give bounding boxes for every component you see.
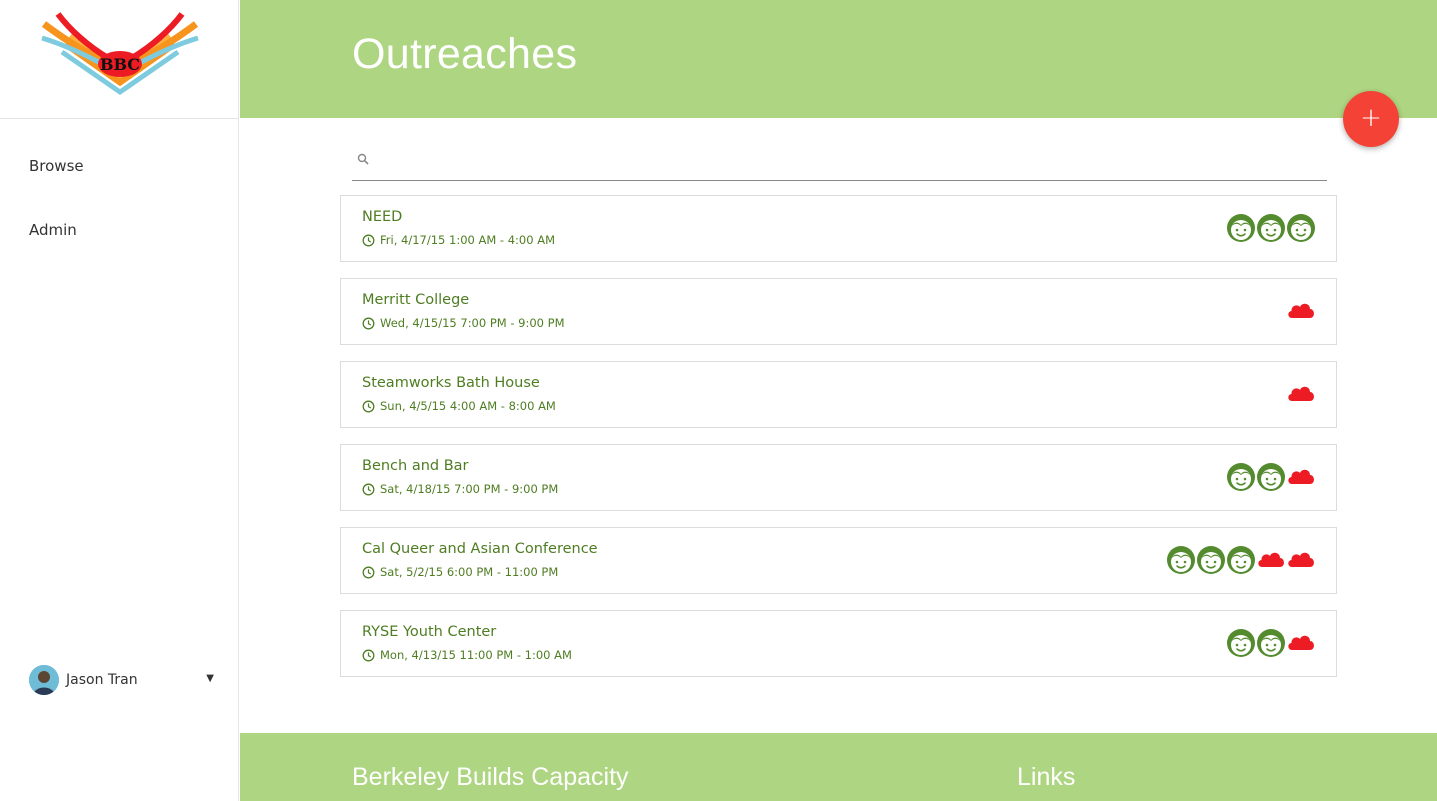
outreach-name: Cal Queer and Asian Conference (362, 541, 598, 557)
status-icons (1226, 461, 1316, 493)
outreach-name: NEED (362, 209, 403, 225)
add-outreach-button[interactable]: + (1343, 91, 1399, 147)
volunteer-face-icon (1226, 545, 1256, 575)
cloud-icon (1286, 462, 1316, 492)
clock-icon (362, 317, 375, 329)
search-bar (352, 140, 1327, 181)
clock-icon (362, 483, 375, 495)
outreach-card[interactable]: Steamworks Bath House Sun, 4/5/15 4:00 A… (340, 361, 1337, 428)
outreach-name: Steamworks Bath House (362, 375, 540, 391)
volunteer-face-icon (1226, 462, 1256, 492)
status-icons (1286, 295, 1316, 327)
avatar (29, 665, 59, 695)
cloud-icon (1256, 545, 1286, 575)
outreach-time-text: Fri, 4/17/15 1:00 AM - 4:00 AM (380, 233, 555, 247)
bbc-logo[interactable]: BBC (40, 10, 200, 98)
user-name: Jason Tran (66, 672, 138, 688)
clock-icon (362, 566, 375, 578)
outreach-time-text: Wed, 4/15/15 7:00 PM - 9:00 PM (380, 316, 565, 330)
clock-icon (362, 400, 375, 412)
volunteer-face-icon (1256, 213, 1286, 243)
outreach-time-text: Sat, 5/2/15 6:00 PM - 11:00 PM (380, 565, 559, 579)
cloud-icon (1286, 379, 1316, 409)
outreach-name: Bench and Bar (362, 458, 469, 474)
search-icon (357, 150, 369, 169)
user-menu[interactable]: Jason Tran ▼ (29, 664, 214, 696)
logo-text: BBC (100, 55, 140, 74)
outreach-name: RYSE Youth Center (362, 624, 497, 640)
clock-icon (362, 649, 375, 661)
volunteer-face-icon (1256, 628, 1286, 658)
sidebar-item-admin[interactable]: Admin (29, 221, 77, 239)
status-icons (1286, 378, 1316, 410)
outreach-time: Fri, 4/17/15 1:00 AM - 4:00 AM (362, 233, 555, 247)
cloud-icon (1286, 545, 1316, 575)
outreach-card[interactable]: NEED Fri, 4/17/15 1:00 AM - 4:00 AM (340, 195, 1337, 262)
outreach-time-text: Sun, 4/5/15 4:00 AM - 8:00 AM (380, 399, 556, 413)
outreach-card[interactable]: Merritt College Wed, 4/15/15 7:00 PM - 9… (340, 278, 1337, 345)
volunteer-face-icon (1256, 462, 1286, 492)
search-input[interactable] (376, 146, 1320, 174)
sidebar-item-browse[interactable]: Browse (29, 157, 84, 175)
outreach-name: Merritt College (362, 292, 470, 308)
caret-down-icon[interactable]: ▼ (206, 673, 214, 684)
outreach-time: Sat, 4/18/15 7:00 PM - 9:00 PM (362, 482, 558, 496)
status-icons (1166, 544, 1316, 576)
volunteer-face-icon (1286, 213, 1316, 243)
volunteer-face-icon (1226, 213, 1256, 243)
status-icons (1226, 627, 1316, 659)
status-icons (1226, 212, 1316, 244)
volunteer-face-icon (1226, 628, 1256, 658)
volunteer-face-icon (1196, 545, 1226, 575)
cloud-icon (1286, 628, 1316, 658)
outreach-time: Sat, 5/2/15 6:00 PM - 11:00 PM (362, 565, 558, 579)
sidebar: BBC Browse Admin Jason Tran ▼ (0, 0, 239, 801)
outreach-time: Sun, 4/5/15 4:00 AM - 8:00 AM (362, 399, 556, 413)
outreach-time: Mon, 4/13/15 11:00 PM - 1:00 AM (362, 648, 572, 662)
outreach-time: Wed, 4/15/15 7:00 PM - 9:00 PM (362, 316, 565, 330)
page-title: Outreaches (352, 30, 578, 78)
logo-area: BBC (0, 0, 238, 119)
cloud-icon (1286, 296, 1316, 326)
page-header: Outreaches (240, 0, 1437, 118)
outreach-card[interactable]: Bench and Bar Sat, 4/18/15 7:00 PM - 9:0… (340, 444, 1337, 511)
outreach-card[interactable]: Cal Queer and Asian Conference Sat, 5/2/… (340, 527, 1337, 594)
footer-links-title: Links (1017, 763, 1076, 791)
clock-icon (362, 234, 375, 246)
volunteer-face-icon (1166, 545, 1196, 575)
footer-title: Berkeley Builds Capacity (352, 763, 629, 791)
outreach-time-text: Sat, 4/18/15 7:00 PM - 9:00 PM (380, 482, 559, 496)
footer: Berkeley Builds Capacity Links (240, 733, 1437, 801)
outreach-time-text: Mon, 4/13/15 11:00 PM - 1:00 AM (380, 648, 572, 662)
outreach-card[interactable]: RYSE Youth Center Mon, 4/13/15 11:00 PM … (340, 610, 1337, 677)
